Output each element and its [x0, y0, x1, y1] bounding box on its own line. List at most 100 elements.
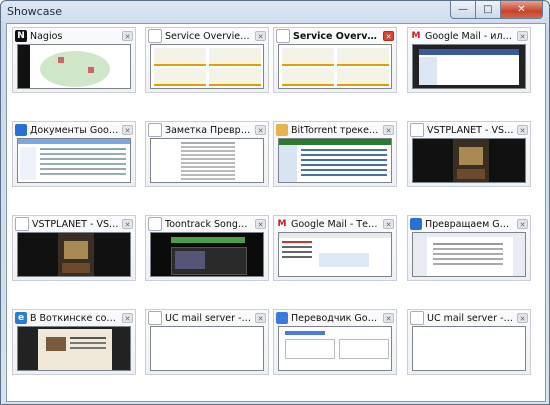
thumbnail-header: UC mail server - pa.vot...✕	[148, 311, 266, 325]
preview-block	[64, 241, 88, 259]
preview-block	[40, 51, 110, 87]
page-preview[interactable]	[412, 138, 526, 183]
preview-block	[209, 48, 261, 66]
minimize-icon: —	[458, 4, 468, 15]
page-icon	[148, 29, 162, 43]
preview-block	[413, 327, 525, 370]
thumbnail-tile[interactable]: MGoogle Mail - иллюстр...✕	[407, 27, 531, 93]
thumbnail-tile[interactable]: Service Overview I3_f / ...✕	[145, 27, 269, 93]
thumbnail-title: VSTPLANET - VST Plugi...	[427, 124, 514, 136]
page-preview[interactable]	[278, 232, 392, 277]
thumbnail-tile[interactable]: BitTorrent трекер RuTr...✕	[273, 121, 397, 187]
preview-block	[433, 243, 503, 245]
thumbnail-close-icon[interactable]: ✕	[255, 31, 266, 41]
thumbnail-close-icon[interactable]: ✕	[255, 313, 266, 323]
page-preview[interactable]	[412, 44, 526, 89]
thumbnail-close-icon[interactable]: ✕	[255, 125, 266, 135]
thumbnail-close-icon[interactable]: ✕	[517, 313, 528, 323]
thumbnail-title: Заметка Превращаем ...	[165, 124, 252, 136]
page-preview[interactable]	[150, 44, 264, 89]
minimize-button[interactable]: —	[450, 1, 476, 19]
preview-block	[18, 45, 30, 88]
showcase-window: Showcase — □ ✕ N Nagios ✕ Service Overview …	[0, 0, 550, 405]
thumbnail-tile[interactable]: Документы Google - В...✕	[12, 121, 136, 187]
thumbnail-tile[interactable]: MGoogle Mail - Темы на...✕	[273, 215, 397, 281]
thumbnail-close-icon[interactable]: ✕	[122, 125, 133, 135]
thumbnail-tile[interactable]: UC mail server - pa.vot...✕	[145, 309, 269, 375]
thumbnail-title: Превращаем Google ...	[425, 218, 514, 230]
thumbnail-close-icon[interactable]: ✕	[517, 219, 528, 229]
thumbnail-close-icon[interactable]: ✕	[383, 31, 394, 41]
thumbnail-close-icon[interactable]: ✕	[383, 313, 394, 323]
thumbnail-header: N Nagios ✕	[15, 29, 133, 43]
google-docs-icon	[410, 218, 422, 230]
preview-block	[282, 241, 312, 243]
preview-block	[18, 139, 130, 144]
preview-block	[337, 48, 389, 66]
page-preview[interactable]	[17, 138, 131, 183]
thumbnail-tile[interactable]: N Nagios ✕	[12, 27, 136, 93]
thumbnail-tile[interactable]: VSTPLANET - VST Plugi...✕	[407, 121, 531, 187]
thumbnail-close-icon[interactable]: ✕	[383, 125, 394, 135]
preview-block	[337, 68, 389, 86]
page-preview[interactable]	[150, 232, 264, 277]
preview-block	[151, 139, 263, 182]
nagios-icon: N	[15, 30, 27, 42]
thumbnail-title: Google Mail - иллюстр...	[425, 30, 514, 42]
preview-block	[279, 233, 391, 238]
page-preview[interactable]	[17, 326, 131, 371]
page-preview[interactable]	[278, 138, 392, 183]
thumbnail-tile[interactable]: UC mail server - gambr...✕	[407, 309, 531, 375]
thumbnail-close-icon[interactable]: ✕	[122, 313, 133, 323]
page-preview[interactable]	[17, 44, 131, 89]
page-icon	[148, 311, 162, 325]
thumbnail-tile[interactable]: Переводчик Google ✕	[273, 309, 397, 375]
thumbnail-title: Service Overview I3_f / ...	[165, 30, 252, 42]
preview-block	[282, 68, 334, 86]
thumbnail-title: BitTorrent трекер RuTr...	[291, 124, 380, 136]
thumbnail-close-icon[interactable]: ✕	[122, 219, 133, 229]
thumbnail-close-icon[interactable]: ✕	[383, 219, 394, 229]
page-icon	[148, 123, 162, 137]
thumbnail-header: Документы Google - В...✕	[15, 123, 133, 137]
page-preview[interactable]	[278, 326, 392, 371]
preview-block	[40, 148, 126, 150]
maximize-button[interactable]: □	[476, 1, 501, 19]
preview-block	[175, 251, 205, 269]
thumbnail-title: Toontrack Songwriters ...	[165, 218, 252, 230]
thumbnail-tile[interactable]: Заметка Превращаем ...✕	[145, 121, 269, 187]
title-bar[interactable]: Showcase — □ ✕	[1, 1, 549, 23]
gmail-icon: M	[410, 30, 422, 42]
thumbnail-close-icon[interactable]: ✕	[255, 219, 266, 229]
thumbnail-close-icon[interactable]: ✕	[122, 31, 133, 41]
page-preview[interactable]	[412, 232, 526, 277]
close-button[interactable]: ✕	[501, 1, 543, 19]
page-preview[interactable]	[412, 326, 526, 371]
thumbnail-header: Service Overview I3_...✕	[276, 29, 394, 43]
thumbnail-close-icon[interactable]: ✕	[517, 125, 528, 135]
preview-block	[209, 68, 261, 86]
preview-block	[46, 337, 66, 351]
page-preview[interactable]	[17, 232, 131, 277]
thumbnail-tile[interactable]: Toontrack Songwriters ...✕	[145, 215, 269, 281]
page-preview[interactable]	[150, 326, 264, 371]
thumbnail-title: UC mail server - gambr...	[427, 312, 514, 324]
preview-block	[301, 149, 387, 151]
thumbnail-close-icon[interactable]: ✕	[517, 31, 528, 41]
thumbnail-tile[interactable]: Превращаем Google ...✕	[407, 215, 531, 281]
preview-block	[151, 327, 263, 370]
thumbnail-tile[interactable]: VSTPLANET - VST Plugi...✕	[12, 215, 136, 281]
preview-block	[154, 48, 206, 66]
thumbnail-title: Google Mail - Темы на...	[291, 218, 380, 230]
preview-block	[419, 49, 519, 55]
preview-block	[285, 331, 325, 335]
page-icon	[148, 217, 162, 231]
thumbnail-tile[interactable]: Service Overview I3_...✕	[273, 27, 397, 93]
thumbnail-header: VSTPLANET - VST Plugi...✕	[15, 217, 133, 231]
page-preview[interactable]	[150, 138, 264, 183]
page-preview[interactable]	[278, 44, 392, 89]
thumbnail-title: Переводчик Google	[291, 312, 380, 324]
preview-block	[319, 253, 369, 267]
thumbnail-tile[interactable]: eВ Воткинске состоитс...✕	[12, 309, 136, 375]
preview-block	[154, 68, 206, 86]
